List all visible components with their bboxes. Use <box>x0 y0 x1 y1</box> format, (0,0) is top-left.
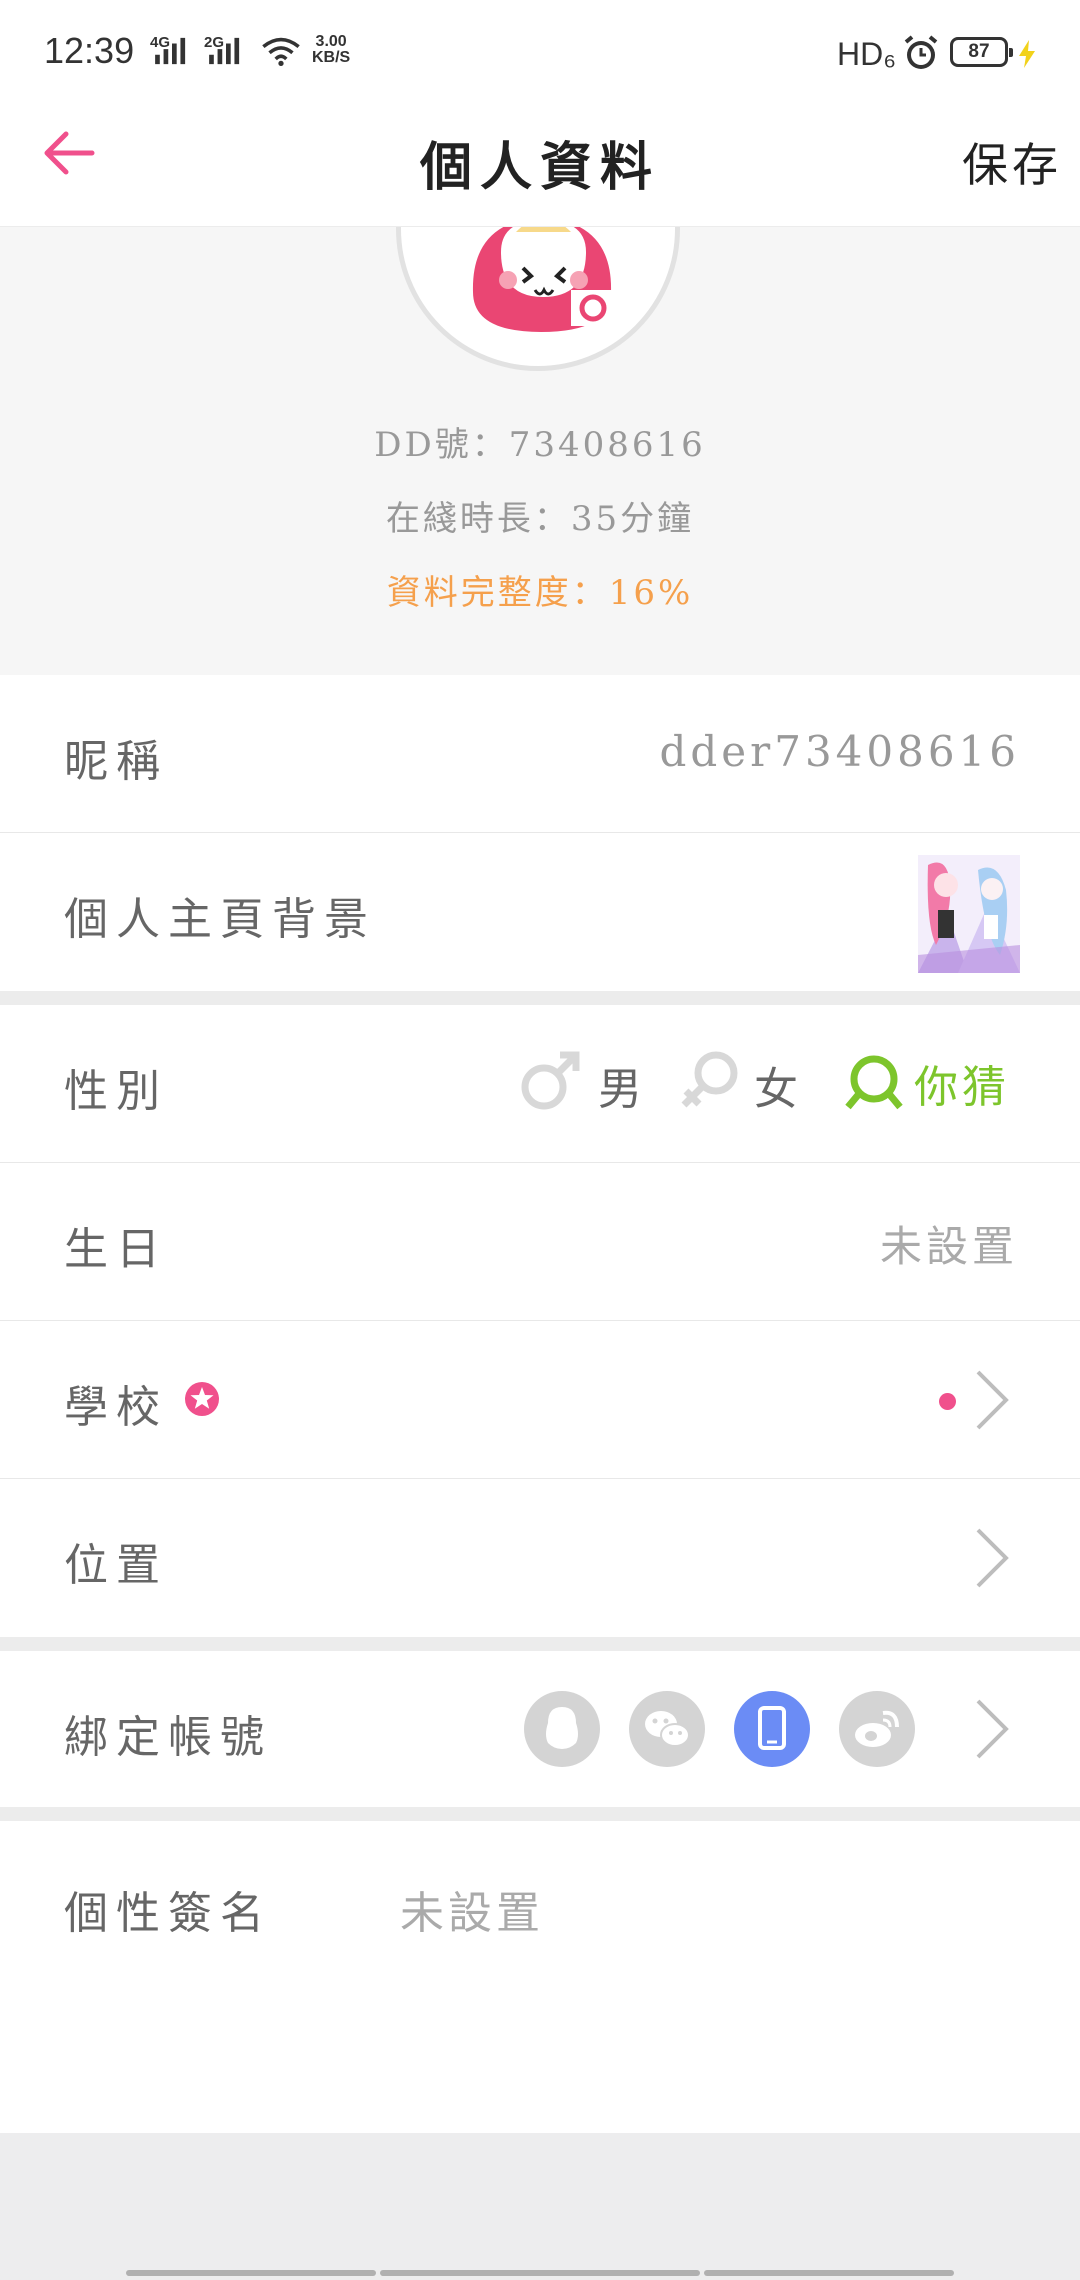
section-divider <box>0 1807 1080 1821</box>
chevron-right-icon <box>976 1370 1009 1430</box>
signal-icon <box>155 37 186 65</box>
gesture-bar-segment <box>126 2270 376 2276</box>
birthday-row[interactable]: 生日 未設置 <box>0 1163 1080 1321</box>
background-image-icon <box>918 855 1020 973</box>
online-duration: 在綫時長：35分鐘 <box>385 499 695 539</box>
unknown-gender-icon <box>845 1055 903 1110</box>
bind-account-row[interactable]: 綁定帳號 <box>0 1651 1080 1807</box>
male-label: 男 <box>598 1064 642 1115</box>
female-icon <box>681 1051 738 1108</box>
gender-option-male[interactable]: 男 <box>518 1047 644 1117</box>
phone-icon[interactable] <box>734 1691 810 1767</box>
nickname-label: 昵稱 <box>64 736 168 787</box>
signature-value[interactable]: 未設置 <box>400 1877 544 1941</box>
gender-option-female[interactable]: 女 <box>678 1047 804 1117</box>
signature-label: 個性簽名 <box>64 1888 272 1939</box>
signature-row[interactable]: 個性簽名 未設置 <box>0 1821 1080 2133</box>
school-label: 學校 <box>64 1382 168 1433</box>
homepage-background-row[interactable]: 個人主頁背景 <box>0 833 1080 991</box>
star-badge-icon <box>185 1382 219 1416</box>
red-dot-indicator <box>939 1393 956 1410</box>
male-icon <box>521 1051 580 1110</box>
battery-indicator: 87 <box>950 37 1013 67</box>
bottom-blank-area <box>0 2133 1080 2280</box>
chevron-right-icon <box>976 1528 1009 1588</box>
bind-account-label: 綁定帳號 <box>64 1712 272 1763</box>
female-label: 女 <box>754 1064 798 1115</box>
birthday-label: 生日 <box>64 1224 168 1275</box>
signal-icon <box>209 37 240 65</box>
status-bar: 12:39 4G 2G 3.00 KB/S HD₆ 87 <box>0 0 1080 95</box>
top-nav-bar: 個人資料 保存 <box>0 95 1080 227</box>
weibo-icon[interactable] <box>839 1691 915 1767</box>
qq-icon[interactable] <box>524 1691 600 1767</box>
profile-completeness: 資料完整度：16% <box>386 573 694 613</box>
wifi-icon <box>262 37 300 66</box>
save-button[interactable]: 保存 <box>962 129 1062 195</box>
guess-label: 你猜 <box>914 1062 1010 1113</box>
alarm-icon <box>904 35 938 69</box>
speed-value: 3.00 <box>315 33 347 50</box>
gesture-bar-segment <box>704 2270 954 2276</box>
section-divider <box>0 1637 1080 1651</box>
avatar-mascot-icon <box>472 227 615 332</box>
chevron-right-icon <box>976 1699 1009 1759</box>
avatar[interactable] <box>396 227 680 371</box>
nickname-row[interactable]: 昵稱 dder73408616 <box>0 675 1080 833</box>
wechat-icon[interactable] <box>629 1691 705 1767</box>
charging-icon <box>1019 40 1035 68</box>
section-divider <box>0 991 1080 1005</box>
location-row[interactable]: 位置 <box>0 1479 1080 1637</box>
location-label: 位置 <box>64 1540 168 1591</box>
network-speed: 3.00 KB/S <box>312 34 350 66</box>
hd-indicator: HD₆ <box>837 36 897 72</box>
background-thumbnail[interactable] <box>918 855 1020 973</box>
school-row[interactable]: 學校 <box>0 1321 1080 1479</box>
gender-row: 性別 男 女 你猜 <box>0 1005 1080 1163</box>
nickname-value: dder73408616 <box>659 727 1020 776</box>
profile-header: DD號：73408616 在綫時長：35分鐘 資料完整度：16% <box>0 227 1080 675</box>
page-title: 個人資料 <box>419 137 660 198</box>
dd-number: DD號：73408616 <box>374 425 706 465</box>
gender-label: 性別 <box>64 1066 168 1117</box>
homepage-background-label: 個人主頁背景 <box>64 894 376 945</box>
gender-option-guess[interactable]: 你猜 <box>842 1047 1022 1117</box>
birthday-value: 未設置 <box>879 1222 1018 1271</box>
status-time: 12:39 <box>44 30 135 71</box>
speed-unit: KB/S <box>312 49 351 66</box>
gesture-bar-segment <box>380 2270 700 2276</box>
